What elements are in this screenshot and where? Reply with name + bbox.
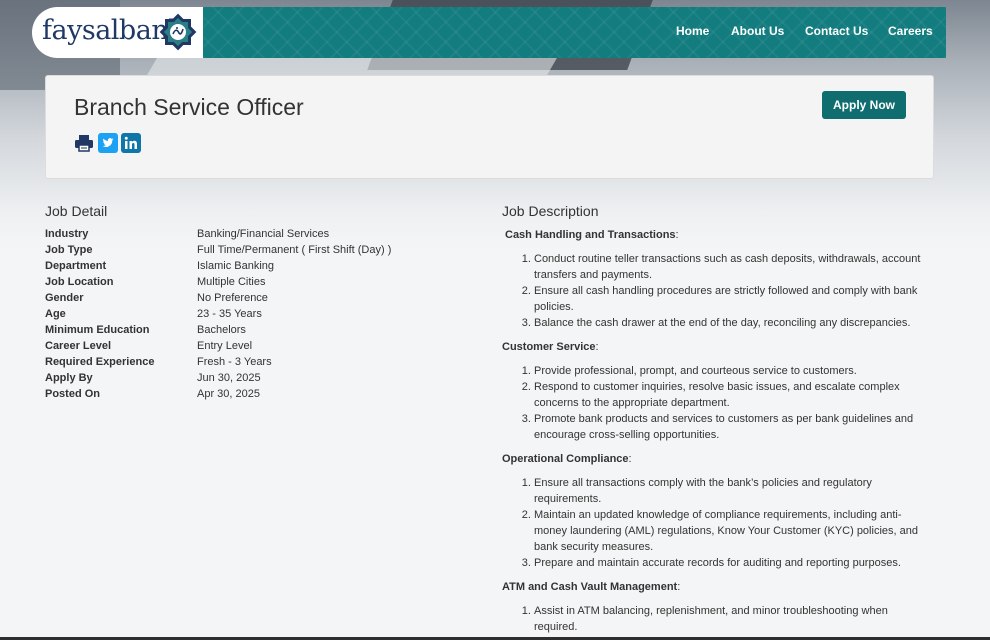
desc-list-item: Conduct routine teller transactions such… [534,251,932,283]
detail-value: Jun 30, 2025 [197,372,261,384]
detail-label: Age [45,308,66,320]
nav-home-link[interactable]: Home [676,24,709,38]
desc-list-item: Promote bank products and services to cu… [534,411,932,443]
detail-label: Industry [45,228,89,240]
desc-list-item: Prepare and maintain accurate records fo… [534,555,932,571]
detail-value: Entry Level [197,340,253,352]
detail-label: Minimum Education [45,324,150,336]
desc-list-item: Ensure all cash handling procedures are … [534,283,932,315]
desc-section-title: Cash Handling and Transactions [505,229,676,241]
linkedin-icon[interactable] [121,133,141,153]
detail-value: Islamic Banking [197,260,275,272]
twitter-icon[interactable] [98,133,118,153]
desc-list-item: Provide professional, prompt, and courte… [534,363,932,379]
bank-logo[interactable]: faysalbank [32,7,203,58]
desc-list-item: Maintain an updated knowledge of complia… [534,507,932,555]
detail-label: Posted On [45,388,101,400]
detail-label: Apply By [45,372,93,384]
job-description-heading: Job Description [502,203,599,219]
print-icon[interactable] [74,133,94,153]
detail-value: No Preference [197,292,268,304]
desc-section-title: ATM and Cash Vault Management [502,581,678,593]
detail-value: 23 - 35 Years [197,308,262,320]
detail-label: Career Level [45,340,112,352]
detail-label: Required Experience [45,356,155,368]
detail-label: Gender [45,292,84,304]
job-title: Branch Service Officer [74,94,304,120]
nav-contact-link[interactable]: Contact Us [805,24,868,38]
detail-value: Apr 30, 2025 [197,388,260,400]
desc-section-heading: Customer Service: [502,341,599,353]
detail-label: Department [45,260,107,272]
desc-section-heading: Cash Handling and Transactions: [505,229,679,241]
desc-list: Provide professional, prompt, and courte… [534,363,932,443]
detail-value: Full Time/Permanent ( First Shift (Day) … [197,244,392,256]
nav-about-link[interactable]: About Us [731,24,784,38]
desc-list: Ensure all transactions comply with the … [534,475,932,571]
desc-section-heading: ATM and Cash Vault Management: [502,581,681,593]
desc-section-title: Customer Service [502,341,596,353]
desc-list-item: Respond to customer inquiries, resolve b… [534,379,932,411]
detail-label: Job Location [45,276,114,288]
job-detail-heading: Job Detail [45,203,108,219]
detail-value: Fresh - 3 Years [197,356,272,368]
detail-value: Banking/Financial Services [197,228,330,240]
desc-list-item: Balance the cash drawer at the end of th… [534,315,932,331]
desc-section-title: Operational Compliance [502,453,629,465]
job-description-body: Cash Handling and Transactions: Conduct … [502,227,932,640]
desc-list-item: Ensure all transactions comply with the … [534,475,932,507]
main-nav: Home About Us Contact Us Careers [203,7,946,58]
nav-careers-link[interactable]: Careers [888,24,933,38]
apply-now-button[interactable]: Apply Now [822,91,906,119]
detail-value: Bachelors [197,324,246,336]
job-title-card: Branch Service Officer Apply Now [45,75,934,179]
site-header: faysalbank Home About Us Contact Us Care… [32,7,946,58]
detail-value: Multiple Cities [197,276,266,288]
logo-emblem-icon [159,13,197,51]
desc-list: Assist in ATM balancing, replenishment, … [534,603,932,635]
detail-label: Job Type [45,244,93,256]
desc-list-item: Assist in ATM balancing, replenishment, … [534,603,932,635]
desc-section-heading: Operational Compliance: [502,453,632,465]
desc-list: Conduct routine teller transactions such… [534,251,932,331]
